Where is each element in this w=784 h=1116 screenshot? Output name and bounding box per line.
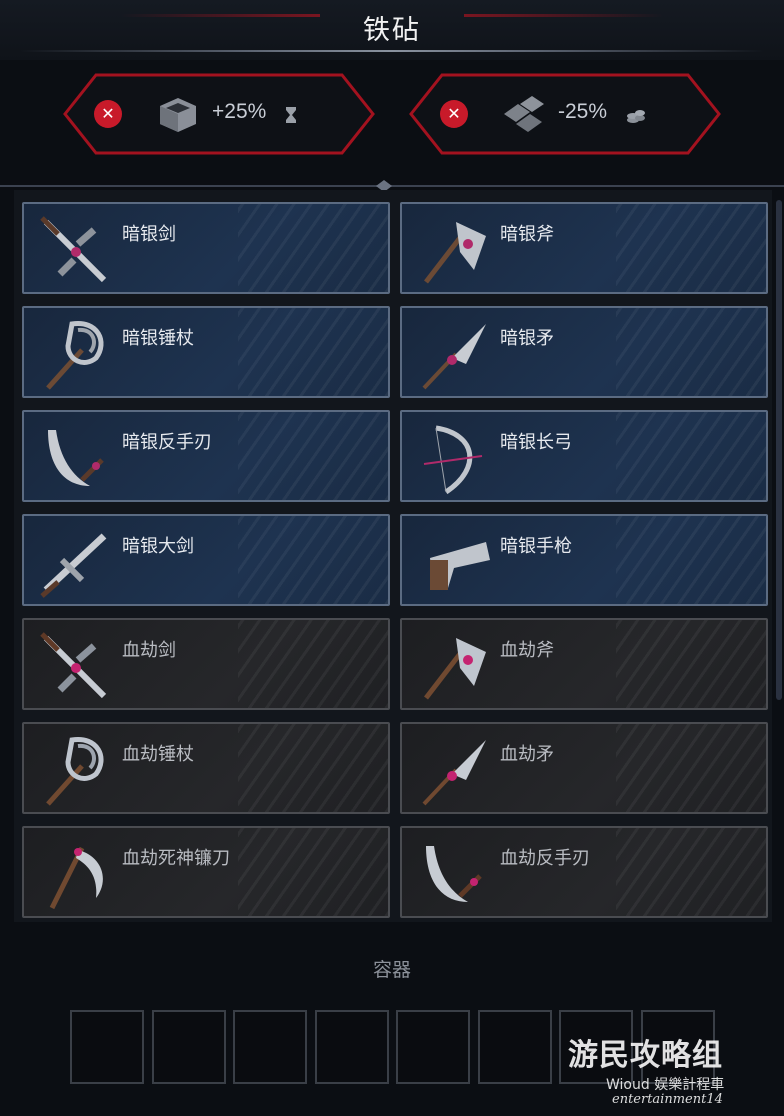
container-slot[interactable] <box>151 1010 226 1084</box>
hourglass-icon <box>286 107 296 123</box>
modifier-value: +25% <box>212 100 267 123</box>
watermark-main: 游民攻略组 <box>568 1038 723 1073</box>
reverse-blade-icon <box>426 846 482 902</box>
recipe-name: 暗银反手刃 <box>122 432 212 453</box>
card-texture <box>616 516 766 604</box>
recipe-card[interactable]: 血劫锤杖 <box>22 722 390 814</box>
container-slot[interactable] <box>70 1010 144 1084</box>
recipe-name: 血劫剑 <box>122 640 176 661</box>
plates-icon <box>504 96 544 132</box>
recipe-name: 暗银长弓 <box>500 432 572 453</box>
container-slot[interactable] <box>233 1010 307 1084</box>
recipe-card[interactable]: 暗银剑 <box>22 202 390 294</box>
pistol-icon <box>430 542 490 590</box>
greatsword-icon <box>40 533 107 598</box>
sword-icon <box>40 632 107 699</box>
recipe-name: 暗银斧 <box>500 224 554 245</box>
axe-icon <box>424 638 486 700</box>
recipe-name: 血劫斧 <box>500 640 554 661</box>
card-texture <box>616 308 766 396</box>
card-texture <box>238 412 388 500</box>
container-slot[interactable] <box>314 1010 389 1084</box>
box-icon <box>160 98 196 132</box>
spear-icon <box>422 740 486 806</box>
card-texture <box>238 620 388 708</box>
container-label: 容器 <box>372 959 411 981</box>
mace-icon <box>46 737 104 806</box>
recipe-card[interactable]: 暗银手枪 <box>400 514 768 606</box>
spear-icon <box>422 324 486 390</box>
recipe-name: 血劫反手刃 <box>500 848 590 869</box>
card-texture <box>616 204 766 292</box>
title-rule <box>20 50 764 52</box>
modifier-time: ✕ +25% <box>62 72 376 156</box>
card-texture <box>616 412 766 500</box>
recipe-name: 血劫锤杖 <box>122 744 194 765</box>
watermark: 游民攻略组 Wioud 娱樂計程車 entertainment14 <box>560 1030 780 1110</box>
card-texture <box>238 724 388 812</box>
container-slot[interactable] <box>477 1010 552 1084</box>
scythe-icon <box>49 846 103 910</box>
recipe-name: 血劫死神镰刀 <box>122 848 230 869</box>
recipe-card[interactable]: 血劫矛 <box>400 722 768 814</box>
card-texture <box>238 308 388 396</box>
recipe-card[interactable]: 血劫反手刃 <box>400 826 768 918</box>
scrollbar[interactable] <box>776 200 782 700</box>
recipe-name: 暗银剑 <box>122 224 176 245</box>
recipe-name: 暗银手枪 <box>500 536 572 557</box>
card-texture <box>238 204 388 292</box>
longbow-icon <box>423 425 483 495</box>
recipe-name: 暗银矛 <box>500 328 554 349</box>
recipe-name: 血劫矛 <box>500 744 554 765</box>
reverse-blade-icon <box>48 430 104 486</box>
recipe-card[interactable]: 暗银大剑 <box>22 514 390 606</box>
page-title: 铁砧 <box>363 15 421 46</box>
recipe-card[interactable]: 血劫死神镰刀 <box>22 826 390 918</box>
watermark-sub2: entertainment14 <box>612 1092 723 1107</box>
axe-icon <box>424 222 486 284</box>
recipe-card[interactable]: 暗银斧 <box>400 202 768 294</box>
recipe-card[interactable]: 暗银锤杖 <box>22 306 390 398</box>
recipe-card[interactable]: 暗银矛 <box>400 306 768 398</box>
coins-icon <box>627 110 645 123</box>
watermark-sub1: Wioud 娱樂計程車 <box>606 1077 725 1093</box>
close-icon[interactable]: ✕ <box>440 100 468 128</box>
close-icon[interactable]: ✕ <box>94 100 122 128</box>
recipe-card[interactable]: 暗银长弓 <box>400 410 768 502</box>
modifier-cost: ✕ -25% <box>408 72 722 156</box>
title-bar: 铁砧 <box>0 0 784 60</box>
recipe-card[interactable]: 血劫剑 <box>22 618 390 710</box>
recipe-name: 暗银大剑 <box>122 536 194 557</box>
recipe-card[interactable]: 血劫斧 <box>400 618 768 710</box>
card-texture <box>238 828 388 916</box>
sword-icon <box>40 216 107 283</box>
card-texture <box>616 828 766 916</box>
modifier-value: -25% <box>558 100 608 123</box>
recipe-name: 暗银锤杖 <box>122 328 194 349</box>
card-texture <box>616 620 766 708</box>
card-texture <box>238 516 388 604</box>
mace-icon <box>46 321 104 390</box>
card-texture <box>616 724 766 812</box>
container-slot[interactable] <box>396 1010 470 1084</box>
recipe-card[interactable]: 暗银反手刃 <box>22 410 390 502</box>
